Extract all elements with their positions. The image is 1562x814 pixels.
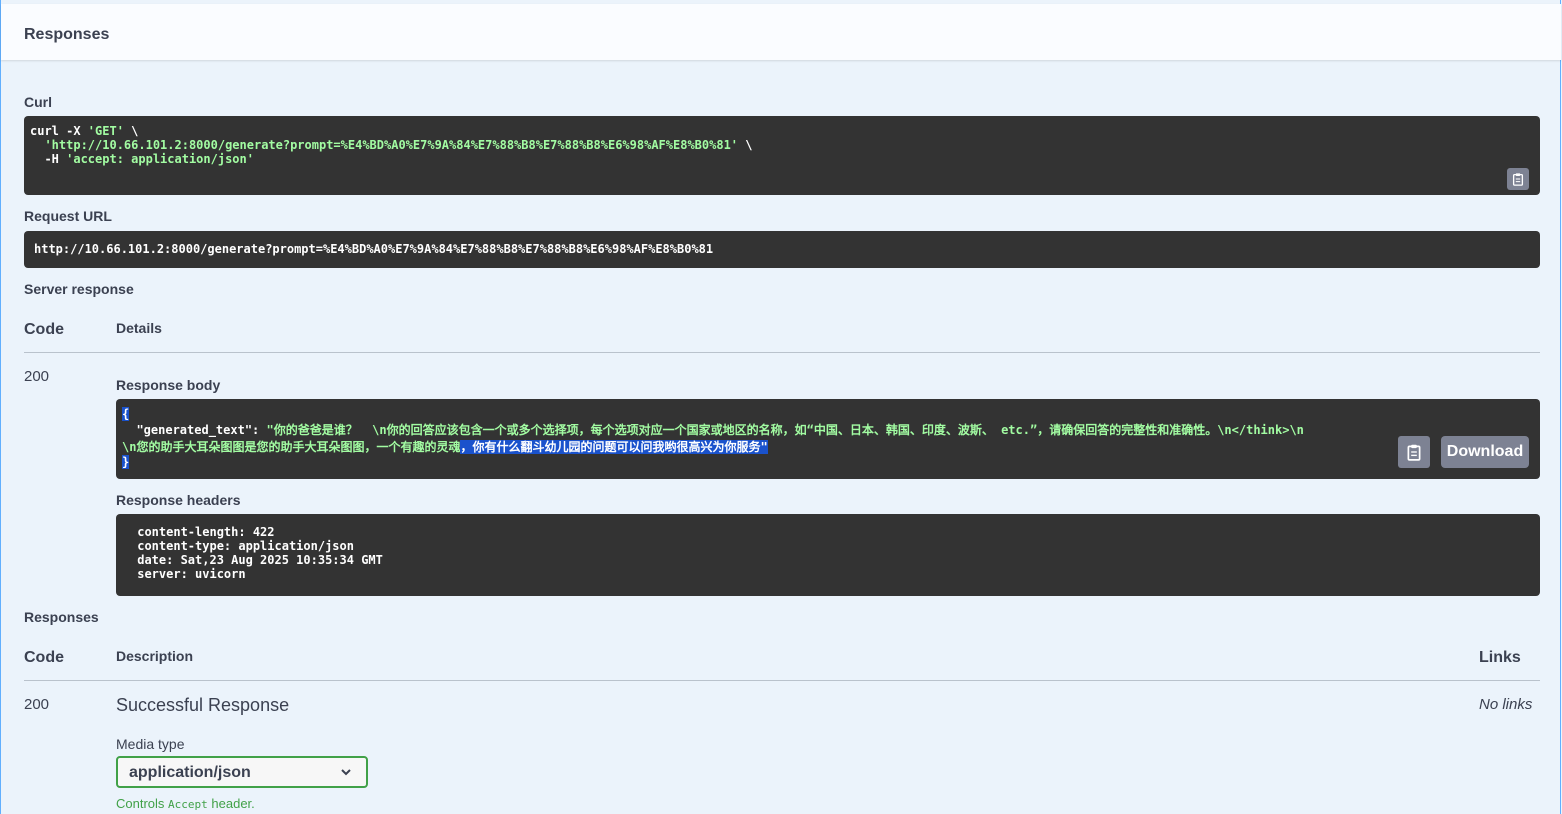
clipboard-copy-icon bbox=[1512, 173, 1524, 186]
curl-line-2: 'http://10.66.101.2:8000/generate?prompt… bbox=[30, 138, 753, 152]
response-body-copy-button[interactable] bbox=[1398, 436, 1430, 468]
table-divider bbox=[24, 680, 1540, 681]
request-url-block[interactable]: http://10.66.101.2:8000/generate?prompt=… bbox=[24, 231, 1540, 268]
header-line: content-length: 422 bbox=[130, 525, 275, 539]
responses-links-header: Links bbox=[1479, 649, 1521, 666]
media-type-hint: Controls Accept header. bbox=[116, 796, 255, 811]
server-response-details-header: Details bbox=[116, 320, 162, 336]
response-body-open: { bbox=[122, 407, 130, 421]
responses-section-title: Responses bbox=[24, 26, 110, 43]
header-line: content-type: application/json bbox=[130, 539, 354, 553]
curl-command-block[interactable]: curl -X 'GET' \ 'http://10.66.101.2:8000… bbox=[24, 116, 1540, 195]
media-type-label: Media type bbox=[116, 736, 185, 752]
server-response-code-header: Code bbox=[24, 321, 64, 338]
request-url-label: Request URL bbox=[24, 208, 112, 224]
media-type-value: application/json bbox=[129, 764, 251, 781]
response-headers-block[interactable]: content-length: 422 content-type: applic… bbox=[116, 514, 1540, 596]
curl-line-3: -H 'accept: application/json' bbox=[30, 152, 254, 166]
responses-section-header: Responses bbox=[1, 4, 1561, 60]
server-response-label: Server response bbox=[24, 281, 134, 297]
responses-links: No links bbox=[1479, 696, 1533, 713]
response-body-label: Response body bbox=[116, 377, 221, 393]
clipboard-copy-icon bbox=[1407, 444, 1421, 461]
responses-code-header: Code bbox=[24, 649, 64, 666]
chevron-down-icon bbox=[341, 769, 351, 776]
header-line: date: Sat,23 Aug 2025 10:35:34 GMT bbox=[130, 553, 383, 567]
curl-line-1: curl -X 'GET' \ bbox=[30, 124, 139, 138]
table-divider bbox=[24, 352, 1540, 353]
download-button[interactable]: Download bbox=[1441, 436, 1529, 468]
server-response-code: 200 bbox=[24, 368, 50, 385]
media-type-select[interactable]: application/json bbox=[116, 756, 368, 788]
response-body-line-1: "generated_text": "你的爸爸是谁？ \n你的回答应该包含一个或… bbox=[122, 423, 1304, 437]
responses-label: Responses bbox=[24, 609, 99, 625]
curl-label: Curl bbox=[24, 94, 52, 110]
response-body-line-2: \n您的助手大耳朵图图是您的助手大耳朵图图，一个有趣的灵魂，你有什么翻斗幼儿园的… bbox=[122, 440, 768, 454]
responses-code: 200 bbox=[24, 696, 50, 713]
responses-panel: Responses Curl curl -X 'GET' \ 'http://1… bbox=[0, 0, 1561, 814]
response-headers-label: Response headers bbox=[116, 492, 241, 508]
response-body-block[interactable]: { "generated_text": "你的爸爸是谁？ \n你的回答应该包含一… bbox=[116, 399, 1540, 479]
curl-copy-button[interactable] bbox=[1507, 168, 1529, 190]
header-line: server: uvicorn bbox=[130, 567, 246, 581]
response-body-close: } bbox=[122, 455, 130, 469]
responses-description: Successful Response bbox=[116, 695, 290, 715]
responses-description-header: Description bbox=[116, 648, 194, 664]
